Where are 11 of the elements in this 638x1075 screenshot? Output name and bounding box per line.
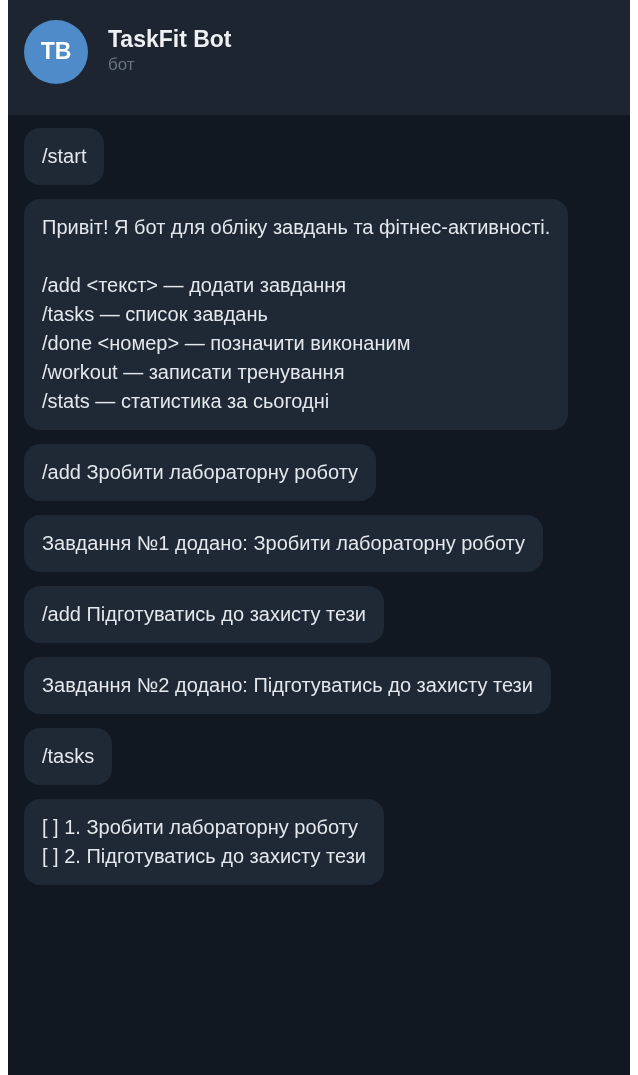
message-bubble: Завдання №1 додано: Зробити лабораторну роботу (24, 515, 543, 572)
avatar: TB (24, 19, 88, 84)
message-bubble: Завдання №2 додано: Підготуватись до захисту тези (24, 657, 551, 714)
message-bubble: /tasks (24, 728, 113, 785)
message-bubble: /add Підготуватись до захисту тези (24, 586, 384, 643)
chat-subtitle: бот (108, 55, 136, 75)
message-bubble: /start (24, 128, 105, 185)
message-bubble: Привіт! Я бот для обліку завдань та фітнес-активності. /add <текст> — додати завдання /tasks — список завдань /done <номер> — позначити виконаним /workout — записати тренування /stats — статистика за сьогодні (24, 199, 569, 430)
message-bubble: [ ] 1. Зробити лабораторну роботу [ ] 2. Підготуватись до захисту тези (24, 799, 384, 885)
message-bubble: /add Зробити лабораторну роботу (24, 444, 377, 501)
chat-title: TaskFit Bot (108, 26, 232, 53)
